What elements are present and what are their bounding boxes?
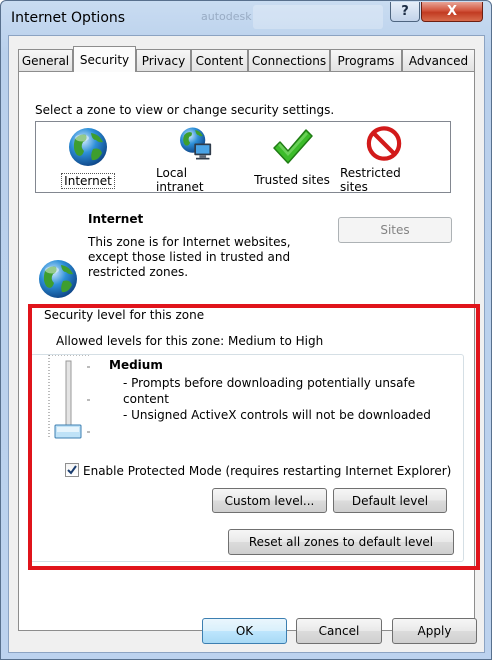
sites-button[interactable]: Sites <box>338 217 452 243</box>
default-level-button-label: Default level <box>351 493 429 508</box>
security-level-description: content <box>123 392 169 406</box>
security-level-name: Medium <box>109 358 163 372</box>
zone-info-description-line: except those listed in trusted and <box>88 250 291 264</box>
allowed-levels-text: Allowed levels for this zone: Medium to … <box>56 334 324 348</box>
sites-button-label: Sites <box>380 223 410 237</box>
tab-privacy[interactable]: Privacy <box>136 49 191 71</box>
background-search-box <box>253 5 383 29</box>
red-no-entry-icon <box>366 126 402 161</box>
tab-label: Advanced <box>408 53 469 68</box>
close-icon: X <box>446 4 458 19</box>
globe-icon <box>39 260 77 298</box>
tab-security[interactable]: Security <box>73 46 136 72</box>
tab-content[interactable]: Content <box>191 49 248 71</box>
security-level-group-label: Security level for this zone <box>42 308 207 322</box>
tab-connections[interactable]: Connections <box>248 49 330 71</box>
green-check-icon <box>273 129 313 164</box>
default-level-button[interactable]: Default level <box>333 488 447 513</box>
zone-trusted-sites[interactable]: Trusted sites <box>250 122 334 194</box>
custom-level-button[interactable]: Custom level... <box>212 488 327 513</box>
dialog-client-area: General Security Privacy Content Connect… <box>8 35 485 653</box>
security-level-description: - Prompts before downloading potentially… <box>123 376 416 390</box>
title-bar[interactable]: Internet Options autodesk ? X <box>1 1 491 35</box>
protected-mode-label: Enable Protected Mode (requires restarti… <box>83 464 452 478</box>
zone-list: Internet Local intranet Trusted sites Re… <box>35 121 451 194</box>
apply-button[interactable]: Apply <box>392 618 477 644</box>
zone-local-intranet[interactable]: Local intranet <box>154 122 238 194</box>
window-title: Internet Options <box>11 10 126 26</box>
cancel-button-label: Cancel <box>318 624 360 638</box>
cancel-button[interactable]: Cancel <box>296 618 382 644</box>
zone-label: Trusted sites <box>254 173 330 187</box>
internet-options-window: Internet Options autodesk ? X General Se… <box>0 0 492 660</box>
ok-button-label: OK <box>235 624 254 638</box>
reset-all-zones-button-label: Reset all zones to default level <box>248 535 434 549</box>
tab-label: Security <box>79 52 130 67</box>
reset-all-zones-button[interactable]: Reset all zones to default level <box>228 529 454 555</box>
tab-label: Connections <box>251 53 327 68</box>
custom-level-button-label: Custom level... <box>224 493 315 508</box>
slider-thumb <box>54 424 82 439</box>
zone-info-description-line: restricted zones. <box>88 265 189 279</box>
apply-button-label: Apply <box>417 624 452 638</box>
tab-programs[interactable]: Programs <box>330 49 402 71</box>
zone-info-title: Internet <box>88 212 144 226</box>
security-tab-panel: Select a zone to view or change security… <box>18 71 475 631</box>
protected-mode-checkbox[interactable] <box>65 463 79 477</box>
zone-label: Internet <box>61 173 115 189</box>
zone-prompt: Select a zone to view or change security… <box>35 103 335 117</box>
zone-internet[interactable]: Internet <box>58 122 118 194</box>
background-ghost-text: autodesk <box>201 10 252 23</box>
globe-icon <box>69 128 107 166</box>
tab-label: Programs <box>337 53 395 68</box>
security-level-slider[interactable] <box>47 355 91 441</box>
security-level-description: - Unsigned ActiveX controls will not be … <box>123 408 431 422</box>
globe-computer-icon <box>180 127 212 160</box>
tab-label: Privacy <box>141 53 186 68</box>
zone-info-description-line: This zone is for Internet websites, <box>88 235 291 249</box>
close-button[interactable]: X <box>421 2 483 22</box>
tab-general[interactable]: General <box>18 49 73 71</box>
zone-restricted-sites[interactable]: Restricted sites <box>338 122 430 194</box>
tab-label: General <box>21 53 70 68</box>
ok-button[interactable]: OK <box>202 618 287 644</box>
zone-label: Restricted sites <box>340 166 401 194</box>
zone-label: Local intranet <box>156 166 204 194</box>
help-icon: ? <box>401 4 409 19</box>
tab-advanced[interactable]: Advanced <box>402 49 475 71</box>
tab-label: Content <box>195 53 244 68</box>
help-button[interactable]: ? <box>390 2 420 22</box>
checkmark-icon <box>67 465 77 475</box>
